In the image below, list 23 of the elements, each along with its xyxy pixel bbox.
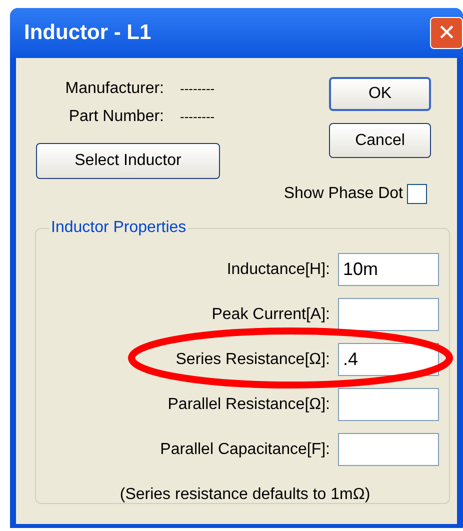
field-value: -------- bbox=[180, 80, 215, 98]
close-button[interactable]: ✕ bbox=[430, 17, 463, 49]
select-inductor-button[interactable]: Select Inductor bbox=[36, 143, 220, 179]
text-field[interactable] bbox=[338, 388, 439, 421]
show-phase-dot-checkbox[interactable] bbox=[407, 184, 427, 204]
text-field[interactable] bbox=[338, 433, 439, 466]
field-value: -------- bbox=[180, 108, 215, 126]
field-label: Manufacturer: bbox=[64, 79, 164, 99]
field-label: Part Number: bbox=[68, 107, 164, 127]
field-label: Parallel Capacitance[F]: bbox=[160, 440, 330, 460]
ok-button[interactable]: OK bbox=[329, 77, 431, 111]
text-field[interactable] bbox=[338, 298, 439, 331]
field-label: Inductance[H]: bbox=[226, 260, 330, 280]
group-title: Inductor Properties bbox=[50, 218, 188, 238]
text-field[interactable]: 10m bbox=[338, 253, 439, 286]
field-label: Peak Current[A]: bbox=[212, 304, 330, 324]
field-label: Series Resistance[Ω]: bbox=[176, 350, 330, 370]
window-title: Inductor - L1 bbox=[24, 20, 152, 46]
note-text: (Series resistance defaults to 1mΩ) bbox=[120, 485, 370, 505]
show-phase-dot-label: Show Phase Dot bbox=[284, 184, 403, 204]
cancel-button[interactable]: Cancel bbox=[329, 123, 431, 158]
text-field[interactable]: .4 bbox=[338, 343, 439, 376]
field-label: Parallel Resistance[Ω]: bbox=[168, 394, 330, 414]
